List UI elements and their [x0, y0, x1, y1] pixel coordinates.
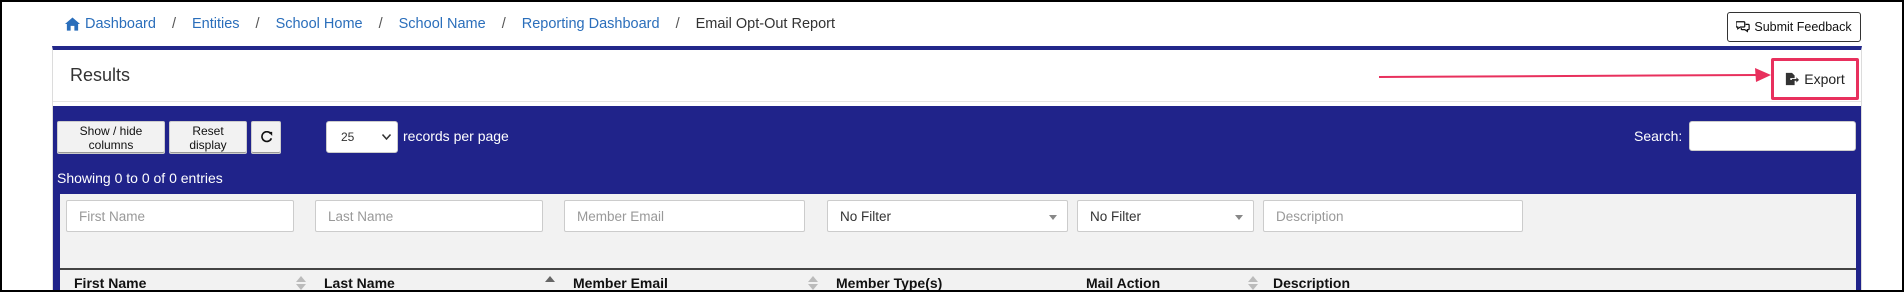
breadcrumb-school-name[interactable]: School Name	[399, 16, 486, 32]
column-header-description[interactable]: Description	[1273, 275, 1350, 290]
refresh-button[interactable]	[251, 121, 281, 154]
refresh-icon	[260, 131, 272, 143]
breadcrumb-dashboard[interactable]: Dashboard	[85, 16, 156, 32]
show-hide-columns-button[interactable]: Show / hide columns	[57, 121, 165, 154]
submit-feedback-label: Submit Feedback	[1754, 20, 1852, 34]
page-size-select[interactable]: 25	[326, 121, 398, 153]
export-highlight-box: Export	[1771, 58, 1859, 100]
column-header-member-email[interactable]: Member Email	[573, 275, 668, 290]
submit-feedback-button[interactable]: Submit Feedback	[1727, 12, 1861, 42]
breadcrumb-reporting-dashboard[interactable]: Reporting Dashboard	[522, 16, 660, 32]
results-panel: Results Export Show / hide columns Reset…	[52, 46, 1862, 290]
sort-ascending-icon[interactable]	[545, 276, 555, 290]
breadcrumb-separator: /	[675, 16, 680, 32]
breadcrumb-entities[interactable]: Entities	[192, 16, 240, 32]
home-icon	[65, 17, 80, 31]
page-size-value: 25	[341, 130, 355, 144]
sort-icon[interactable]	[1248, 276, 1258, 290]
entries-info: Showing 0 to 0 of 0 entries	[57, 170, 223, 186]
chevron-down-icon	[382, 134, 391, 140]
records-per-page-label: records per page	[403, 128, 509, 144]
reset-display-button[interactable]: Reset display	[169, 121, 247, 154]
search-label: Search:	[1634, 128, 1683, 144]
breadcrumb-separator: /	[255, 16, 260, 32]
column-header-mail-action[interactable]: Mail Action	[1086, 275, 1160, 290]
page-frame: Dashboard / Entities / School Home / Sch…	[2, 2, 1902, 290]
column-header-last-name[interactable]: Last Name	[324, 275, 395, 290]
mail-action-filter-value: No Filter	[1090, 208, 1142, 224]
table-toolbar: Show / hide columns Reset display 25 rec…	[53, 106, 1861, 290]
member-type-filter[interactable]: No Filter	[827, 200, 1068, 232]
comments-icon	[1736, 21, 1751, 33]
breadcrumb-school-home[interactable]: School Home	[276, 16, 363, 32]
breadcrumb-separator: /	[171, 16, 176, 32]
first-name-filter[interactable]: First Name	[66, 200, 294, 232]
export-button[interactable]: Export	[1779, 66, 1851, 92]
last-name-filter[interactable]: Last Name	[315, 200, 543, 232]
column-header-first-name[interactable]: First Name	[74, 275, 146, 290]
caret-down-icon	[1049, 215, 1057, 220]
member-type-filter-value: No Filter	[840, 208, 892, 224]
sort-icon[interactable]	[808, 276, 818, 290]
search-input[interactable]	[1689, 121, 1856, 151]
column-header-member-types[interactable]: Member Type(s)	[836, 275, 942, 290]
table-header-row: First Name Last Name Member Email Member…	[60, 268, 1856, 290]
sort-icon[interactable]	[296, 276, 306, 290]
panel-header: Results Export	[53, 50, 1861, 102]
caret-down-icon	[1235, 215, 1243, 220]
mail-action-filter[interactable]: No Filter	[1077, 200, 1254, 232]
breadcrumb-separator: /	[378, 16, 383, 32]
panel-title: Results	[70, 65, 131, 85]
description-filter[interactable]: Description	[1263, 200, 1523, 232]
annotation-arrow	[1379, 68, 1771, 82]
export-label: Export	[1804, 71, 1845, 87]
breadcrumb: Dashboard / Entities / School Home / Sch…	[65, 16, 835, 32]
file-export-icon	[1786, 72, 1800, 86]
member-email-filter[interactable]: Member Email	[564, 200, 805, 232]
breadcrumb-separator: /	[501, 16, 506, 32]
breadcrumb-current: Email Opt-Out Report	[695, 16, 836, 32]
